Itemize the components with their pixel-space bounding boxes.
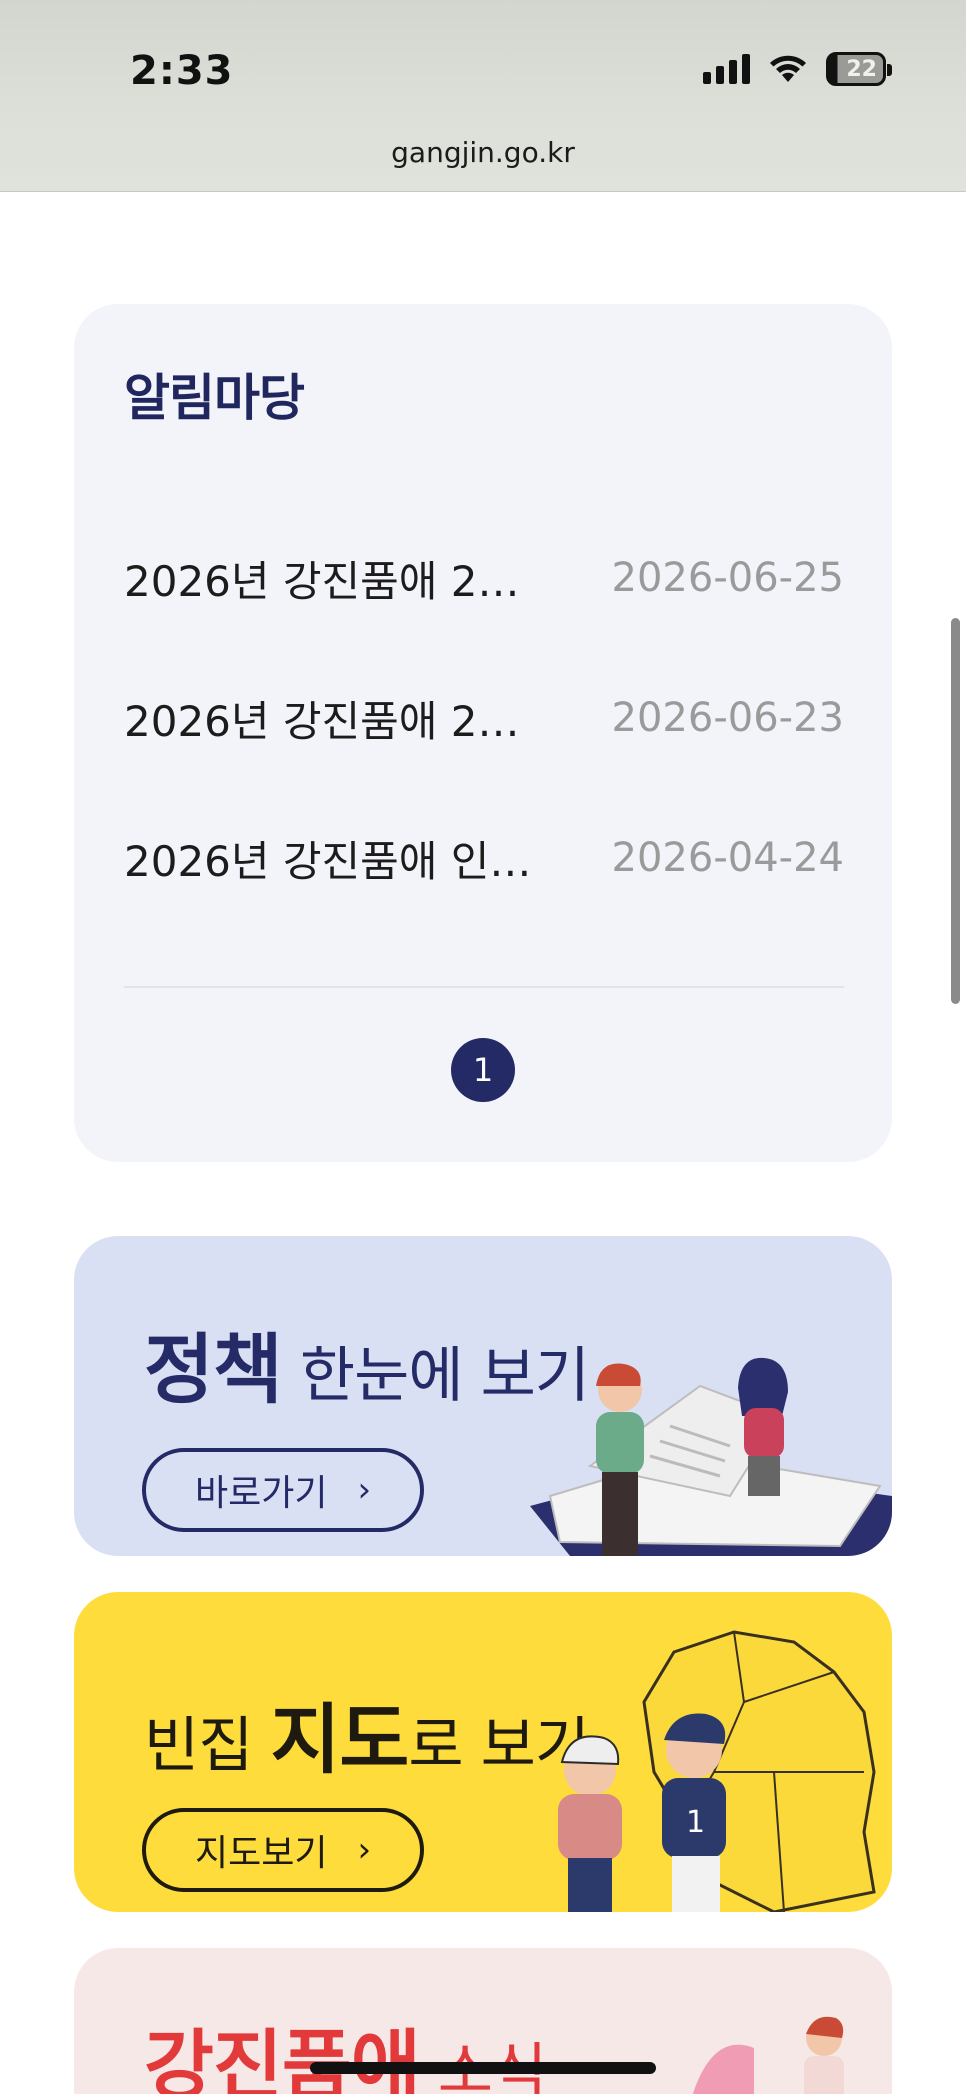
notice-item-date: 2026-04-24 bbox=[611, 835, 844, 881]
notice-item[interactable]: 2026년 강진품애 2… 2026-06-23 bbox=[124, 688, 844, 748]
status-icons: 22 bbox=[703, 52, 892, 86]
notice-item[interactable]: 2026년 강진품애 2… 2026-06-25 bbox=[124, 548, 844, 608]
pagination-page-1[interactable]: 1 bbox=[451, 1038, 515, 1102]
battery-icon: 22 bbox=[826, 52, 892, 86]
notice-item-title: 2026년 강진품애 2… bbox=[124, 556, 520, 606]
notice-title: 알림마당 bbox=[124, 369, 305, 427]
notice-item-title: 2026년 강진품애 2… bbox=[124, 696, 520, 746]
cellular-signal-icon bbox=[703, 54, 750, 84]
policy-shortcut-label: 바로가기 bbox=[194, 1473, 328, 1514]
screen: 2:33 22 gangjin.go.kr 알림마당 2026년 강진품애 2…… bbox=[0, 0, 966, 2094]
chevron-right-icon: › bbox=[357, 1470, 372, 1510]
policy-banner-title: 정책 한눈에 보기 bbox=[144, 1308, 590, 1418]
policy-banner-title-bold: 정책 bbox=[144, 1325, 283, 1414]
scrollbar[interactable] bbox=[951, 618, 960, 1004]
news-illustration bbox=[692, 2016, 844, 2094]
news-banner-title: 강진품애 소식 bbox=[144, 2004, 547, 2094]
policy-banner[interactable]: 정책 한눈에 보기 바로가기 › bbox=[74, 1236, 892, 1556]
svg-text:1: 1 bbox=[686, 1805, 705, 1840]
battery-level: 22 bbox=[846, 56, 877, 82]
kids-reading-newspaper-illustration bbox=[530, 1357, 892, 1556]
notice-item-title: 2026년 강진품애 인… bbox=[124, 836, 532, 886]
chevron-right-icon: › bbox=[357, 1830, 372, 1870]
notice-item-date: 2026-06-23 bbox=[611, 695, 844, 741]
notice-card: 알림마당 2026년 강진품애 2… 2026-06-25 2026년 강진품애… bbox=[74, 304, 892, 1162]
news-banner-title-bold: 강진품애 bbox=[144, 2021, 421, 2094]
policy-shortcut-button[interactable]: 바로가기 › bbox=[142, 1448, 424, 1532]
notice-divider bbox=[124, 986, 844, 988]
map-banner-title-bold: 지도 bbox=[270, 1695, 409, 1784]
wifi-icon bbox=[770, 55, 806, 82]
notice-item[interactable]: 2026년 강진품애 인… 2026-04-24 bbox=[124, 828, 844, 888]
map-view-label: 지도보기 bbox=[194, 1833, 328, 1874]
map-view-button[interactable]: 지도보기 › bbox=[142, 1808, 424, 1892]
region-map-kids-illustration: 1 bbox=[558, 1630, 876, 1912]
browser-chrome: 2:33 22 gangjin.go.kr bbox=[0, 0, 966, 192]
map-banner-title-pre: 빈집 bbox=[144, 1711, 271, 1781]
notice-item-date: 2026-06-25 bbox=[611, 555, 844, 601]
map-banner[interactable]: 빈집 지도로 보기 지도보기 › 1 bbox=[74, 1592, 892, 1912]
status-time: 2:33 bbox=[130, 48, 234, 94]
home-indicator[interactable] bbox=[310, 2062, 656, 2074]
url-bar[interactable]: gangjin.go.kr bbox=[0, 136, 966, 169]
map-banner-title: 빈집 지도로 보기 bbox=[144, 1678, 590, 1788]
